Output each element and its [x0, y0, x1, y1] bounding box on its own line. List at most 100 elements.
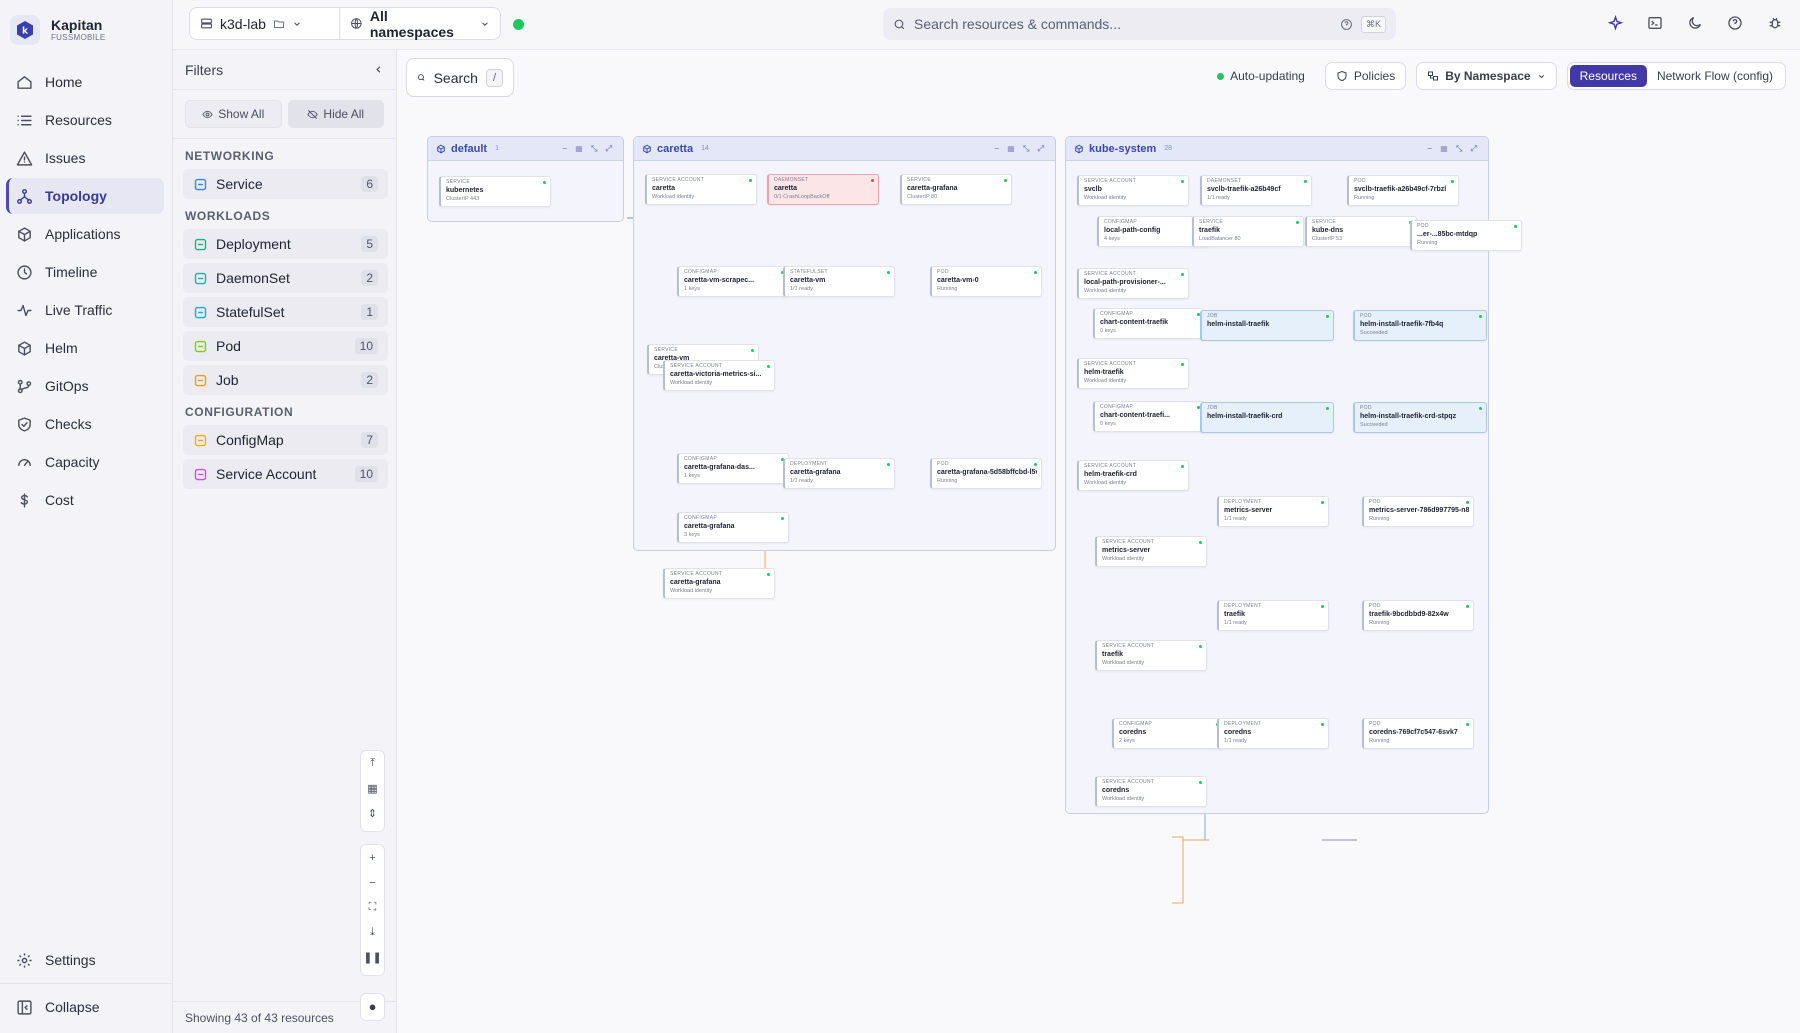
nav-item-capacity[interactable]: Capacity: [6, 444, 164, 480]
nav-item-applications[interactable]: Applications: [6, 216, 164, 252]
topology-node[interactable]: CONFIGMAP chart-content-traefik 0 keys: [1093, 308, 1205, 339]
connection-status-dot: [513, 19, 524, 30]
topology-node[interactable]: POD traefik-9bcdbbd9-82x4w Running: [1362, 600, 1474, 631]
node-health-dot: [1004, 179, 1007, 182]
topology-node[interactable]: SERVICE ACCOUNT coredns Workload identity: [1095, 776, 1207, 807]
policies-button[interactable]: Policies: [1324, 62, 1407, 90]
topology-node[interactable]: SERVICE traefik LoadBalancer 80: [1192, 216, 1304, 247]
nav-item-issues[interactable]: Issues: [6, 140, 164, 176]
topology-node[interactable]: SERVICE ACCOUNT helm-traefik-crd Workload …: [1077, 460, 1189, 491]
nav-item-home[interactable]: Home: [6, 64, 164, 100]
topology-node[interactable]: SERVICE ACCOUNT local-path-provisioner-..…: [1077, 268, 1189, 299]
download-icon[interactable]: ⤓: [370, 920, 375, 945]
topology-node[interactable]: POD ...er-...85bc-mtdqp Running: [1410, 220, 1522, 251]
topology-node[interactable]: CONFIGMAP coredns 2 keys: [1112, 718, 1224, 749]
help-icon[interactable]: [1724, 12, 1746, 34]
auto-update-toggle[interactable]: Auto-updating: [1207, 62, 1315, 90]
chevron-left-icon[interactable]: [373, 64, 384, 75]
topology-node[interactable]: POD coredns-769cf7c547-6svk7 Running: [1362, 718, 1474, 749]
topology-canvas[interactable]: Search / Auto-updating Policies By Names…: [360, 50, 1800, 1033]
topology-node[interactable]: DAEMONSET caretta 0/1 CrashLoopBackOff: [767, 174, 879, 205]
topology-node[interactable]: SERVICE ACCOUNT svclb Workload identity: [1077, 175, 1189, 206]
filter-item-job[interactable]: Job 2: [183, 365, 388, 395]
node-health-dot: [767, 365, 770, 368]
node-kind: POD: [1417, 223, 1429, 229]
topology-node[interactable]: CONFIGMAP chart-content-traefi... 0 keys: [1093, 401, 1205, 432]
namespace-header: kube-system 28 − ▦ ⤡ ⤢: [1066, 137, 1488, 161]
topology-node[interactable]: JOB helm-install-traefik-crd: [1200, 402, 1334, 433]
filter-item-service-account[interactable]: Service Account 10: [183, 459, 388, 489]
terminal-icon[interactable]: [1644, 12, 1666, 34]
nav-item-resources[interactable]: Resources: [6, 102, 164, 138]
filter-sections: NETWORKING Service 6 WORKLOADS Deployment 5 Da…: [173, 149, 396, 489]
topology-node[interactable]: SERVICE ACCOUNT caretta-victoria-metrics-…: [663, 360, 775, 391]
filter-item-statefulset[interactable]: StatefulSet 1: [183, 297, 388, 327]
topology-node[interactable]: POD helm-install-traefik-crd-stpqz Succeed…: [1353, 402, 1487, 433]
node-status: 0 keys: [1100, 328, 1116, 334]
topology-node[interactable]: SERVICE ACCOUNT traefik Workload identity: [1095, 640, 1207, 671]
topology-node[interactable]: DEPLOYMENT caretta-grafana 1/1 ready: [783, 458, 895, 489]
namespace-controls[interactable]: − ▦ ⤡ ⤢: [994, 144, 1047, 154]
collapse-vertical-icon[interactable]: ⤒: [370, 751, 375, 776]
brand[interactable]: k Kapitan FUSSMOBILE: [0, 0, 172, 50]
topology-node[interactable]: SERVICE kubernetes ClusterIP 443: [439, 176, 551, 207]
topology-node[interactable]: SERVICE caretta-grafana ClusterIP 80: [900, 174, 1012, 205]
topology-node[interactable]: POD caretta-grafana-5d58bffcbd-l5v8f Runni…: [930, 458, 1042, 489]
moon-icon[interactable]: [1684, 12, 1706, 34]
view-resources-tab[interactable]: Resources: [1569, 65, 1647, 87]
global-search[interactable]: Search resources & commands... ⌘K: [883, 8, 1396, 40]
topology-node[interactable]: SERVICE kube-dns ClusterIP 53: [1305, 216, 1417, 247]
topology-node[interactable]: CONFIGMAP caretta-grafana 3 keys: [677, 512, 789, 543]
filter-item-pod[interactable]: Pod 10: [183, 331, 388, 361]
fit-view-icon[interactable]: ⛶: [369, 895, 377, 920]
hide-all-button[interactable]: Hide All: [287, 100, 384, 128]
cluster-selector[interactable]: k3d-lab: [190, 8, 339, 39]
topology-node[interactable]: POD svclb-traefik-a26b49cf-7rbzl Running: [1347, 175, 1459, 206]
bug-icon[interactable]: [1764, 12, 1786, 34]
namespace-controls[interactable]: − ▦ ⤡ ⤢: [1427, 144, 1480, 154]
canvas-search[interactable]: Search /: [406, 58, 514, 97]
filter-item-configmap[interactable]: ConfigMap 7: [183, 425, 388, 455]
node-name: svclb-traefik-a26b49cf: [1207, 186, 1281, 193]
view-network-flow-tab[interactable]: Network Flow (config): [1647, 65, 1783, 87]
topology-node[interactable]: SERVICE ACCOUNT metrics-server Workload id…: [1095, 536, 1207, 567]
nav-item-gitops[interactable]: GitOps: [6, 368, 164, 404]
topology-node[interactable]: CONFIGMAP caretta-grafana-das... 1 keys: [677, 453, 789, 484]
show-all-button[interactable]: Show All: [185, 100, 282, 128]
nav-item-helm[interactable]: Helm: [6, 330, 164, 366]
filter-item-deployment[interactable]: Deployment 5: [183, 229, 388, 259]
topology-node[interactable]: STATEFULSET caretta-vm 1/1 ready: [783, 266, 895, 297]
zoom-out-icon[interactable]: −: [369, 870, 375, 895]
ai-sparkle-icon[interactable]: [1604, 12, 1626, 34]
topology-node[interactable]: SERVICE ACCOUNT caretta-grafana Workload i…: [663, 568, 775, 599]
grid-layout-icon[interactable]: ▦: [367, 776, 377, 801]
topology-node[interactable]: POD metrics-server-786d997795-n8xh4 Runnin…: [1362, 496, 1474, 527]
topology-node[interactable]: SERVICE ACCOUNT helm-traefik Workload iden…: [1077, 358, 1189, 389]
topology-node[interactable]: CONFIGMAP caretta-vm-scrapec... 1 keys: [677, 266, 789, 297]
zoom-in-icon[interactable]: +: [369, 845, 375, 870]
topology-node[interactable]: DEPLOYMENT coredns 1/1 ready: [1217, 718, 1329, 749]
topology-node[interactable]: SERVICE ACCOUNT caretta Workload identity: [645, 174, 757, 205]
nav-item-live-traffic[interactable]: Live Traffic: [6, 292, 164, 328]
topology-node[interactable]: DEPLOYMENT metrics-server 1/1 ready: [1217, 496, 1329, 527]
topology-node[interactable]: JOB helm-install-traefik: [1200, 310, 1334, 341]
namespace-selector[interactable]: All namespaces: [340, 8, 500, 40]
nav-item-cost[interactable]: Cost: [6, 482, 164, 518]
topology-node[interactable]: POD caretta-vm-0 Running: [930, 266, 1042, 297]
nav-item-timeline[interactable]: Timeline: [6, 254, 164, 290]
filter-item-service[interactable]: Service 6: [183, 169, 388, 199]
nav-item-topology[interactable]: Topology: [6, 178, 164, 214]
node-health-dot: [871, 179, 874, 182]
topology-node[interactable]: DEPLOYMENT traefik 1/1 ready: [1217, 600, 1329, 631]
topology-node[interactable]: POD helm-install-traefik-7fb4q Succeeded: [1353, 310, 1487, 341]
pause-icon[interactable]: ❚❚: [363, 945, 381, 970]
nav-item-checks[interactable]: Checks: [6, 406, 164, 442]
group-by-select[interactable]: By Namespace: [1416, 62, 1557, 90]
namespace-controls[interactable]: − ▦ ⤡ ⤢: [562, 144, 615, 154]
settings-link[interactable]: Settings: [6, 942, 164, 978]
expand-vertical-icon[interactable]: ⇕: [368, 801, 377, 826]
collapse-button[interactable]: Collapse: [6, 989, 164, 1025]
record-icon[interactable]: ●: [369, 994, 377, 1019]
filter-item-daemonset[interactable]: DaemonSet 2: [183, 263, 388, 293]
topology-node[interactable]: DAEMONSET svclb-traefik-a26b49cf 1/1 ready: [1200, 175, 1312, 206]
